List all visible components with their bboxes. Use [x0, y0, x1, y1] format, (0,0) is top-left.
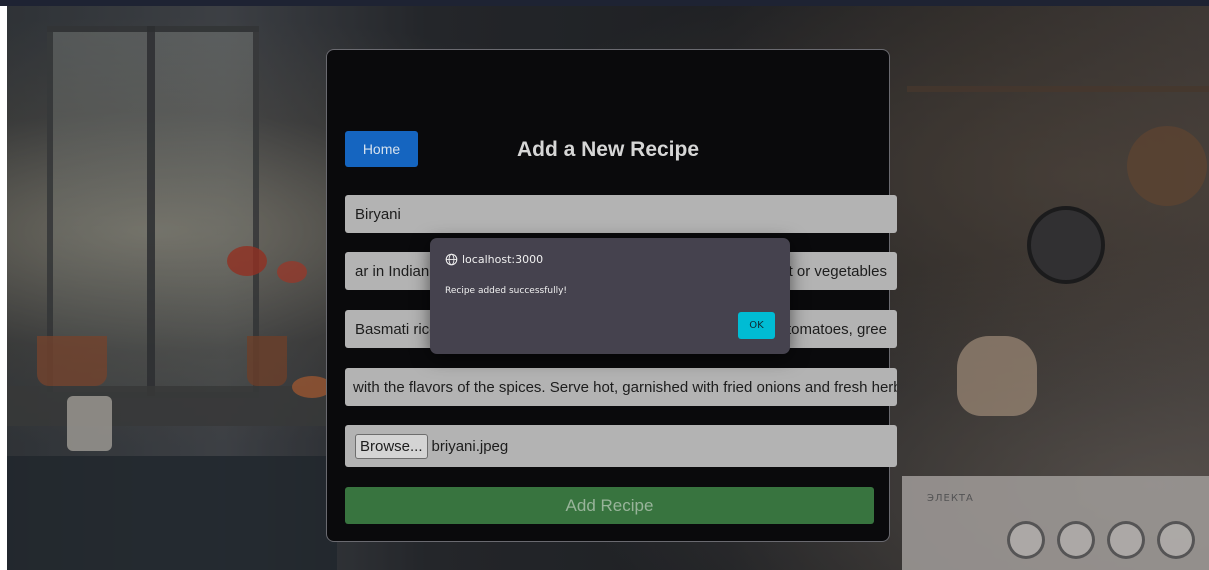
dialog-message: Recipe added successfully! — [445, 286, 568, 296]
recipe-name-input[interactable]: Biryani — [345, 195, 897, 233]
selected-file-name: briyani.jpeg — [431, 437, 509, 455]
description-visible-left: ar in Indian — [355, 262, 430, 280]
ingredients-visible-right: tomatoes, gree — [786, 320, 887, 338]
add-recipe-button[interactable]: Add Recipe — [345, 487, 874, 524]
recipe-image-file-input[interactable]: Browse... briyani.jpeg — [345, 425, 897, 467]
dialog-origin: localhost:3000 — [445, 253, 543, 266]
recipe-name-value: Biryani — [355, 205, 401, 223]
globe-icon — [445, 253, 458, 266]
description-visible-right: at or vegetables — [780, 262, 887, 280]
recipe-instructions-input[interactable]: with the flavors of the spices. Serve ho… — [345, 368, 897, 406]
instructions-value: with the flavors of the spices. Serve ho… — [353, 378, 897, 396]
browse-button[interactable]: Browse... — [355, 433, 428, 459]
dialog-origin-text: localhost:3000 — [462, 253, 544, 266]
ok-button[interactable]: OK — [738, 312, 775, 339]
alert-dialog: localhost:3000 Recipe added successfully… — [430, 238, 790, 354]
ingredients-visible-left: Basmati rice — [355, 320, 438, 338]
home-button[interactable]: Home — [345, 131, 418, 167]
